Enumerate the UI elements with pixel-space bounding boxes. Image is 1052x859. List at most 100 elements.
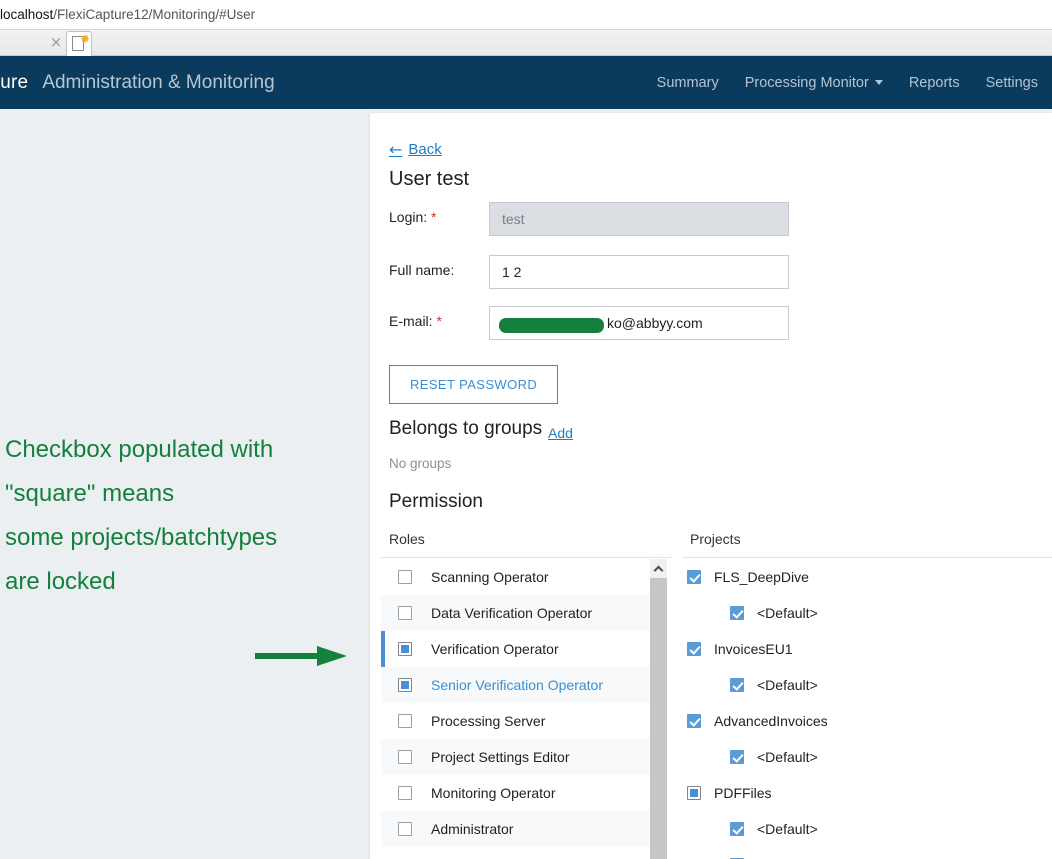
email-label-text: E-mail: bbox=[389, 313, 433, 329]
role-checkbox-processing-server[interactable] bbox=[398, 714, 412, 728]
annotation-line: are locked bbox=[5, 568, 116, 595]
nav-item-processing-monitor[interactable]: Processing Monitor bbox=[745, 75, 883, 91]
project-row[interactable]: PDFFiles bbox=[682, 775, 1052, 811]
star-icon: ✸ bbox=[80, 32, 91, 46]
email-redaction-mark bbox=[499, 318, 604, 333]
role-row[interactable]: Verification Operator bbox=[381, 631, 663, 667]
role-label: Administrator bbox=[431, 821, 514, 837]
fullname-label: Full name: bbox=[389, 262, 455, 278]
nav-item-label: Summary bbox=[656, 74, 719, 91]
project-checkbox-default[interactable] bbox=[730, 678, 744, 692]
roles-column-header: Roles bbox=[389, 531, 425, 547]
project-label: <Default> bbox=[757, 749, 818, 765]
roles-list[interactable]: Scanning Operator Data Verification Opera… bbox=[381, 559, 663, 859]
project-checkbox-pdffiles[interactable] bbox=[687, 786, 701, 800]
tab-close-icon[interactable]: × bbox=[48, 34, 64, 50]
login-label: Login: * bbox=[389, 209, 437, 225]
roles-header-divider bbox=[381, 557, 673, 558]
url-path: /FlexiCapture12/Monitoring/#User bbox=[53, 7, 256, 22]
page-title: User test bbox=[389, 168, 470, 190]
project-label: FLS_DeepDive bbox=[714, 569, 809, 585]
new-tab-button[interactable]: ✸ bbox=[66, 31, 92, 56]
projects-list[interactable]: FLS_DeepDive <Default> InvoicesEU1 <Default… bbox=[682, 559, 1052, 859]
role-checkbox-administrator[interactable] bbox=[398, 822, 412, 836]
nav-item-settings[interactable]: Settings bbox=[986, 75, 1038, 91]
role-row[interactable]: Scanning Operator bbox=[381, 559, 663, 595]
role-checkbox-monitoring-operator[interactable] bbox=[398, 786, 412, 800]
role-label: Project Settings Editor bbox=[431, 749, 570, 765]
browser-address-bar[interactable]: localhost/FlexiCapture12/Monitoring/#Use… bbox=[0, 0, 1052, 30]
project-label: <Default> bbox=[757, 605, 818, 621]
email-label: E-mail: * bbox=[389, 313, 442, 329]
project-row[interactable]: InvoicesEU1 bbox=[682, 631, 1052, 667]
nav-item-label: Settings bbox=[985, 74, 1038, 91]
brand-logo: pture bbox=[0, 71, 29, 93]
project-row[interactable]: AdvancedInvoices bbox=[682, 703, 1052, 739]
chevron-down-icon bbox=[874, 80, 883, 85]
project-row[interactable]: <Default> bbox=[682, 595, 1052, 631]
project-checkbox-default[interactable] bbox=[730, 606, 744, 620]
no-groups-text: No groups bbox=[389, 456, 452, 471]
role-label: Scanning Operator bbox=[431, 569, 549, 585]
role-label: Monitoring Operator bbox=[431, 785, 556, 801]
project-checkbox-fls-deepdive[interactable] bbox=[687, 570, 701, 584]
project-row[interactable]: <Default> bbox=[682, 739, 1052, 775]
login-label-text: Login: bbox=[389, 209, 428, 225]
role-row[interactable]: Data Verification Operator bbox=[381, 595, 663, 631]
required-asterisk-icon-2: * bbox=[432, 313, 442, 329]
required-asterisk-icon: * bbox=[427, 209, 437, 225]
app-header: pture Administration & Monitoring Summar… bbox=[0, 56, 1052, 109]
project-label: <Default> bbox=[757, 821, 818, 837]
role-row[interactable]: Senior Verification Operator bbox=[381, 667, 663, 703]
role-row[interactable]: Monitoring Operator bbox=[381, 775, 663, 811]
screen-root: localhost/FlexiCapture12/Monitoring/#Use… bbox=[0, 0, 1052, 859]
role-label: Processing Server bbox=[431, 713, 546, 729]
project-checkbox-advancedinvoices[interactable] bbox=[687, 714, 701, 728]
project-checkbox-default[interactable] bbox=[730, 750, 744, 764]
annotation-line: some projects/batchtypes bbox=[5, 524, 278, 551]
role-label: Senior Verification Operator bbox=[431, 677, 603, 693]
selection-indicator bbox=[381, 631, 385, 667]
project-row[interactable]: <Default> bbox=[682, 667, 1052, 703]
main-navigation: Summary Processing Monitor Reports Settings bbox=[657, 56, 1038, 109]
role-checkbox-scanning-operator[interactable] bbox=[398, 570, 412, 584]
permission-heading: Permission bbox=[389, 491, 483, 512]
roles-scrollbar[interactable] bbox=[650, 559, 667, 859]
role-checkbox-data-verification-operator[interactable] bbox=[398, 606, 412, 620]
role-checkbox-project-settings-editor[interactable] bbox=[398, 750, 412, 764]
scroll-up-button[interactable] bbox=[650, 559, 667, 578]
annotation-line: "square" means bbox=[5, 480, 175, 507]
login-input[interactable] bbox=[489, 202, 789, 236]
project-label: PDFFiles bbox=[714, 785, 772, 801]
role-label: Verification Operator bbox=[431, 641, 559, 657]
fullname-input[interactable] bbox=[489, 255, 789, 289]
role-checkbox-verification-operator[interactable] bbox=[398, 642, 412, 656]
nav-item-label: Processing Monitor bbox=[744, 74, 869, 91]
groups-heading: Belongs to groups bbox=[389, 418, 543, 439]
nav-item-summary[interactable]: Summary bbox=[657, 75, 719, 91]
project-row[interactable]: <Default> bbox=[682, 811, 1052, 847]
back-link[interactable]: ← Back bbox=[389, 141, 442, 158]
projects-column-header: Projects bbox=[690, 531, 741, 547]
role-checkbox-senior-verification-operator[interactable] bbox=[398, 678, 412, 692]
role-row[interactable]: Project Settings Editor bbox=[381, 739, 663, 775]
project-label: <Default> bbox=[757, 677, 818, 693]
project-checkbox-default[interactable] bbox=[730, 822, 744, 836]
content-panel: ← Back User test Login: * Full name: E-m… bbox=[370, 113, 1052, 859]
annotation-arrow-icon bbox=[255, 646, 347, 666]
add-group-link[interactable]: Add bbox=[548, 425, 573, 441]
url-host: localhost bbox=[0, 7, 54, 22]
project-checkbox-invoiceseu1[interactable] bbox=[687, 642, 701, 656]
project-row[interactable]: FLS_DeepDive bbox=[682, 559, 1052, 595]
app-title: Administration & Monitoring bbox=[42, 71, 275, 93]
projects-header-divider bbox=[682, 557, 1052, 558]
project-label: AdvancedInvoices bbox=[714, 713, 828, 729]
scrollbar-thumb[interactable] bbox=[650, 578, 667, 859]
role-row[interactable]: Processing Server bbox=[381, 703, 663, 739]
role-row[interactable]: Administrator bbox=[381, 811, 663, 847]
reset-password-button[interactable]: RESET PASSWORD bbox=[389, 365, 559, 404]
nav-item-reports[interactable]: Reports bbox=[909, 75, 960, 91]
project-row[interactable]: test bbox=[682, 847, 1052, 859]
browser-tab-strip: × ✸ bbox=[0, 30, 1052, 56]
project-label: InvoicesEU1 bbox=[714, 641, 793, 657]
